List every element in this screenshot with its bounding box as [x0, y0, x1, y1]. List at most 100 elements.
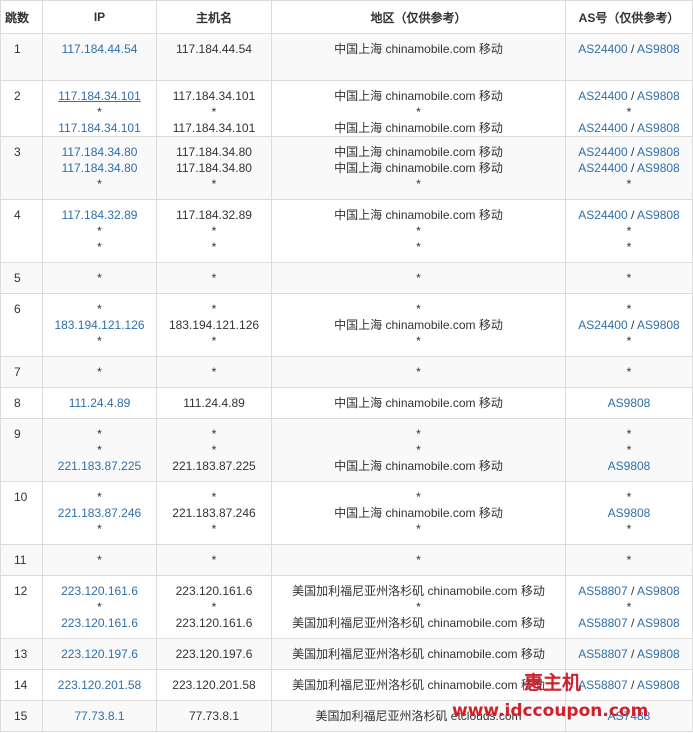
ip-link[interactable]: 111.24.4.89	[43, 395, 156, 411]
ip-link[interactable]: 117.184.34.80	[43, 144, 156, 160]
ip-link[interactable]: 117.184.32.89	[43, 207, 156, 223]
asn-link[interactable]: AS9808	[637, 89, 680, 103]
asn-link[interactable]: AS58807	[578, 647, 627, 661]
region-text: *	[416, 365, 421, 379]
table-row: 3 117.184.34.80 117.184.34.80 * 117.184.34.8…	[0, 136, 693, 200]
region-text: *	[416, 271, 421, 285]
asn-link[interactable]: AS9808	[608, 459, 651, 473]
asn-link[interactable]: AS9808	[637, 121, 680, 135]
region-cell: * 中国上海 chinamobile.com 移动 *	[271, 481, 566, 545]
ip-cell: *	[42, 544, 157, 576]
hop-number: 12	[14, 584, 28, 598]
asn-link[interactable]: AS24400	[578, 121, 627, 135]
asn-link[interactable]: AS9808	[637, 318, 680, 332]
asn-line: AS9808	[566, 458, 692, 474]
ip-empty: *	[97, 302, 102, 316]
asn-line: AS24400 / AS9808	[566, 41, 692, 57]
hostname-text: *	[211, 240, 217, 254]
header-ip: IP	[42, 0, 157, 34]
region-cell: *	[271, 356, 566, 388]
header-region: 地区（仅供参考）	[271, 0, 566, 34]
asn-link[interactable]: AS9808	[637, 208, 680, 222]
hop-cell: 3	[0, 136, 43, 200]
asn-link[interactable]: AS24400	[578, 161, 627, 175]
table-row: 9 * * 221.183.87.225 * * 221.183.87.225 * * 中国上海 …	[0, 418, 693, 482]
ip-link[interactable]: 223.120.161.6	[43, 615, 156, 631]
traceroute-table: 跳数 IP 主机名 地区（仅供参考） AS号（仅供参考） 1 117.184.44…	[0, 0, 693, 732]
ip-link[interactable]: 117.184.44.54	[43, 41, 156, 57]
asn-link[interactable]: AS58807	[578, 584, 627, 598]
table-row: 7 * * * *	[0, 356, 693, 388]
asn-link[interactable]: AS9808	[637, 145, 680, 159]
asn-link[interactable]: AS9808	[637, 584, 680, 598]
asn-link[interactable]: AS7488	[608, 709, 651, 723]
ip-link[interactable]: 223.120.197.6	[43, 646, 156, 662]
region-cell: * 中国上海 chinamobile.com 移动 *	[271, 293, 566, 357]
header-hop: 跳数	[0, 0, 43, 34]
asn-link[interactable]: AS9808	[637, 161, 680, 175]
ip-link[interactable]: 117.184.34.80	[43, 160, 156, 176]
hostname-cell: *	[156, 262, 272, 294]
asn-separator: /	[627, 647, 638, 661]
hostname-text: *	[211, 600, 217, 614]
ip-link[interactable]: 221.183.87.225	[43, 458, 156, 474]
ip-cell: 117.184.32.89 * *	[42, 199, 157, 263]
ip-link[interactable]: 221.183.87.246	[43, 505, 156, 521]
region-text: *	[416, 443, 421, 457]
hostname-text: *	[211, 177, 217, 191]
hostname-text: *	[211, 522, 217, 536]
ip-link[interactable]: 223.120.201.58	[43, 677, 156, 693]
asn-line: AS9808	[566, 395, 692, 411]
region-cell: 中国上海 chinamobile.com 移动 中国上海 chinamobile.…	[271, 136, 566, 200]
ip-empty: *	[97, 240, 102, 254]
table-row: 11 * * * *	[0, 544, 693, 576]
hostname-text: 111.24.4.89	[183, 396, 245, 410]
asn-cell: * AS24400 / AS9808 *	[565, 293, 693, 357]
asn-link[interactable]: AS9808	[608, 396, 651, 410]
table-row: 2 117.184.34.101 * 117.184.34.101 117.184.34…	[0, 80, 693, 137]
asn-cell: AS7488	[565, 700, 693, 732]
hop-number: 1	[14, 42, 21, 56]
hostname-text: 221.183.87.225	[172, 459, 256, 473]
asn-link[interactable]: AS58807	[578, 616, 627, 630]
region-text: 美国加利福尼亚州洛杉矶 chinamobile.com 移动	[292, 647, 545, 661]
hostname-text: *	[211, 553, 217, 567]
region-text: 美国加利福尼亚州洛杉矶 chinamobile.com 移动	[292, 678, 545, 692]
region-text: *	[416, 522, 421, 536]
asn-link[interactable]: AS9808	[637, 42, 680, 56]
table-row: 10 * 221.183.87.246 * * 221.183.87.246 * * 中国上海 …	[0, 481, 693, 545]
asn-link[interactable]: AS9808	[637, 647, 680, 661]
ip-link[interactable]: 223.120.161.6	[43, 583, 156, 599]
asn-link[interactable]: AS24400	[578, 89, 627, 103]
asn-link[interactable]: AS9808	[637, 678, 680, 692]
hop-number: 11	[14, 553, 27, 567]
region-text: 中国上海 chinamobile.com 移动	[334, 121, 503, 135]
asn-cell: AS9808	[565, 387, 693, 419]
asn-line: *	[626, 271, 632, 285]
ip-empty: *	[97, 365, 102, 379]
ip-link[interactable]: 117.184.34.101	[43, 88, 156, 104]
ip-link[interactable]: 183.194.121.126	[43, 317, 156, 333]
ip-cell: 117.184.34.101 * 117.184.34.101	[42, 80, 157, 137]
hostname-text: *	[211, 271, 217, 285]
asn-line: AS7488	[566, 708, 692, 724]
ip-link[interactable]: 77.73.8.1	[43, 708, 156, 724]
asn-separator: /	[627, 161, 638, 175]
hostname-text: 223.120.201.58	[172, 678, 256, 692]
asn-link[interactable]: AS9808	[637, 616, 680, 630]
ip-link[interactable]: 117.184.34.101	[43, 120, 156, 136]
hop-cell: 6	[0, 293, 43, 357]
table-row: 5 * * * *	[0, 262, 693, 294]
hostname-text: *	[211, 224, 217, 238]
asn-link[interactable]: AS24400	[578, 318, 627, 332]
asn-line: *	[626, 177, 632, 191]
ip-empty: *	[97, 334, 102, 348]
asn-cell: *	[565, 544, 693, 576]
table-row: 1 117.184.44.54 117.184.44.54 中国上海 chinamob…	[0, 33, 693, 81]
ip-cell: 223.120.201.58	[42, 669, 157, 701]
asn-link[interactable]: AS24400	[578, 208, 627, 222]
asn-link[interactable]: AS24400	[578, 42, 627, 56]
asn-link[interactable]: AS58807	[578, 678, 627, 692]
asn-link[interactable]: AS9808	[608, 506, 651, 520]
asn-link[interactable]: AS24400	[578, 145, 627, 159]
